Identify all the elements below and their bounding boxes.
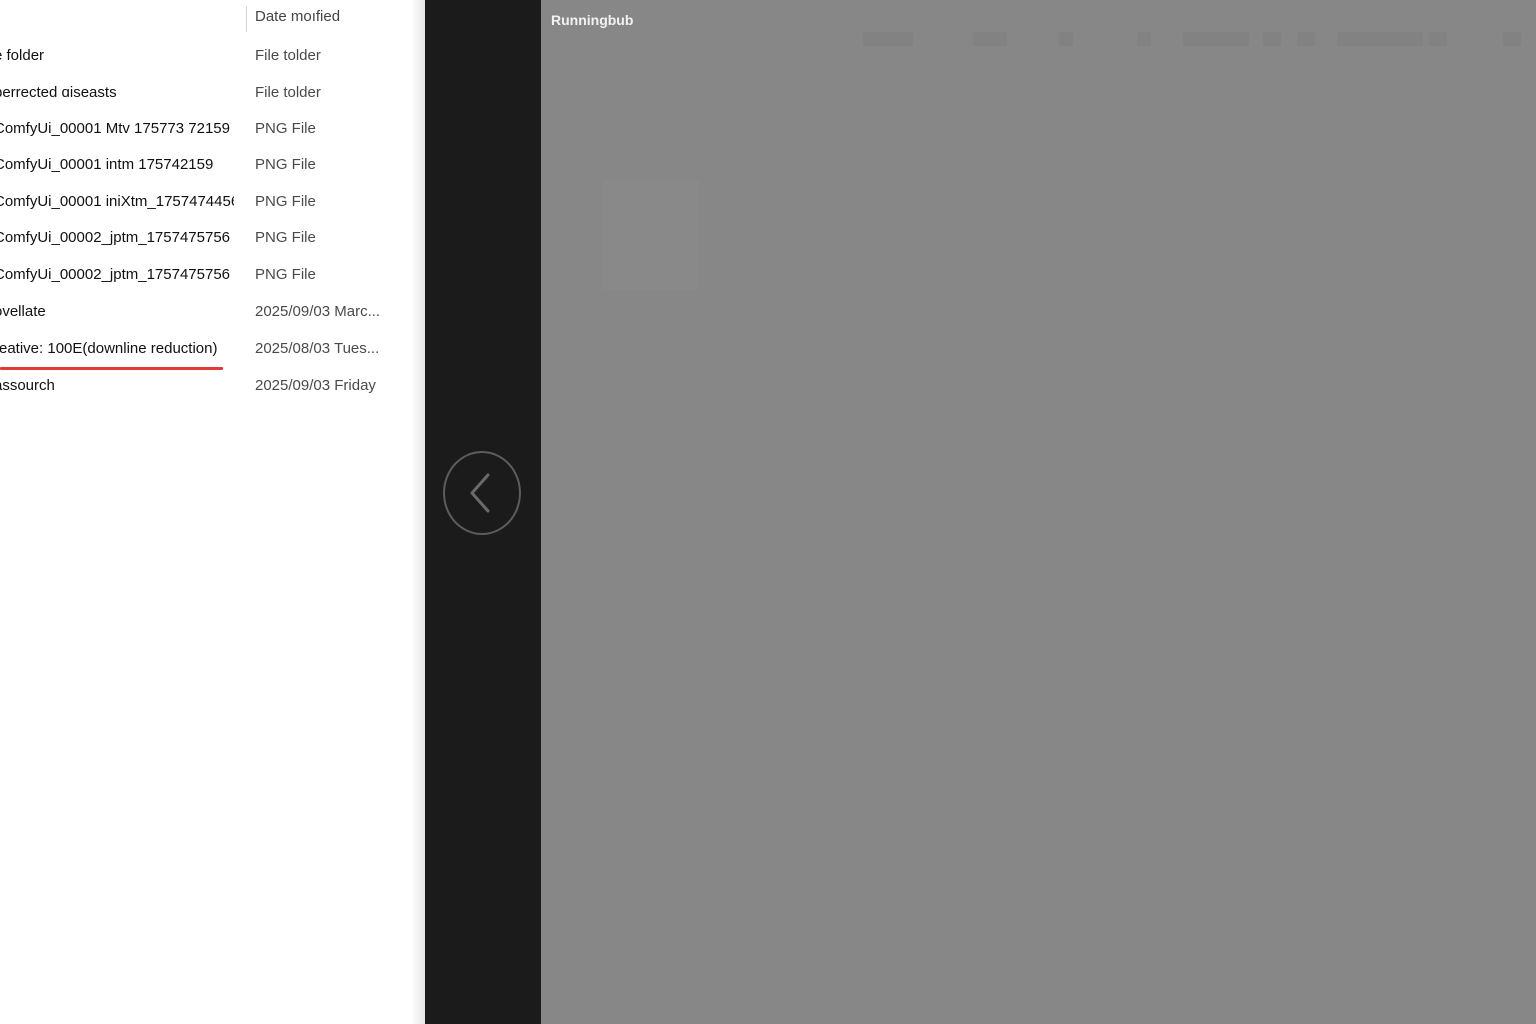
file-row-7[interactable]: ovellate 2025/09/03 Marc... (0, 297, 410, 327)
faint-toolbar-item (1503, 32, 1521, 46)
file-type: File tolder (255, 47, 321, 64)
faint-toolbar-item (1297, 32, 1315, 46)
file-row-2[interactable]: ComfyUi_00001 Mtv 175773 72159 PNG File (0, 114, 410, 144)
app-window: Date moıfied e folder File tolder perrec… (0, 0, 1536, 1024)
faint-toolbar-item (1183, 32, 1249, 46)
file-name: perrected ɑiseasts (0, 84, 117, 101)
file-row-9[interactable]: assourch 2025/09/03 Friday (0, 371, 410, 401)
file-type: PNG File (255, 193, 316, 210)
file-row-4[interactable]: ComfyUi_00001 iniΧtm_1757474456 PNG File (0, 187, 410, 217)
file-name: ComfyUi_00001 intm 175742159 (0, 156, 214, 173)
faint-toolbar-item (863, 32, 913, 46)
preview-pane: Runningbub (541, 0, 1536, 1024)
file-name: ComfyUi_00002_jptm_1757475756 (0, 229, 231, 246)
faint-toolbar-item (1137, 32, 1151, 46)
file-name: ComfyUi_00002_jptm_1757475756 (0, 266, 231, 283)
file-type: PNG File (255, 156, 316, 173)
file-list-panel: Date moıfied e folder File tolder perrec… (0, 0, 425, 1024)
file-name: reative: 100E(downline reduction) (0, 340, 218, 357)
file-type: File tolder (255, 84, 321, 101)
red-underline-annotation (0, 367, 223, 370)
file-type: 2025/08/03 Tues... (255, 340, 380, 357)
faint-content-block (603, 180, 699, 290)
file-type: PNG File (255, 120, 316, 137)
file-type: 2025/09/03 Friday (255, 377, 376, 394)
preview-title: Runningbub (551, 12, 634, 28)
file-row-0[interactable]: e folder File tolder (0, 41, 410, 71)
file-type: PNG File (255, 229, 316, 246)
file-name: e folder (0, 47, 45, 64)
chevron-left-icon (470, 473, 490, 513)
faint-toolbar-item (1059, 32, 1073, 46)
file-type: PNG File (255, 266, 316, 283)
back-button[interactable] (443, 451, 521, 535)
file-row-5[interactable]: ComfyUi_00002_jptm_1757475756 PNG File (0, 223, 410, 253)
file-type: 2025/09/03 Marc... (255, 303, 381, 320)
file-row-1[interactable]: perrected ɑiseasts File tolder (0, 78, 410, 108)
file-name: ovellate (0, 303, 46, 320)
file-name: ComfyUi_00001 iniΧtm_1757474456 (0, 193, 234, 210)
file-name: ComfyUi_00001 Mtv 175773 72159 (0, 120, 230, 137)
file-row-3[interactable]: ComfyUi_00001 intm 175742159 PNG File (0, 150, 410, 180)
file-name: assourch (0, 377, 55, 394)
faint-toolbar-item (1337, 32, 1423, 46)
file-row-8[interactable]: reative: 100E(downline reduction) 2025/0… (0, 334, 410, 364)
faint-toolbar-item (973, 32, 1007, 46)
faint-toolbar-item (1429, 32, 1447, 46)
faint-toolbar-item (1263, 32, 1281, 46)
file-row-6[interactable]: ComfyUi_00002_jptm_1757475756 PNG File (0, 260, 410, 290)
column-header-date-modified[interactable]: Date moıfied (246, 6, 340, 32)
